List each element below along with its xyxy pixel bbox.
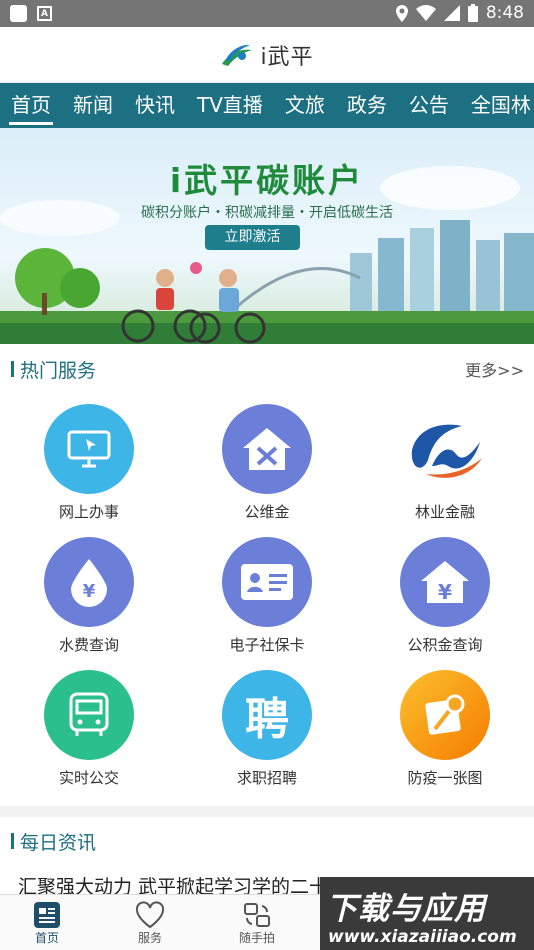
service-realtime-bus[interactable]: 实时公交 [0,661,178,793]
service-label: 公维金 [244,503,290,521]
nav-snapshot[interactable]: 随手拍 [227,901,287,946]
brand-name: i武平 [260,44,314,70]
battery-icon [467,4,478,22]
status-bar: A 8:48 [0,0,534,27]
watermark: 下载与应用 www.xiazaiiiao.com [320,877,534,950]
section-marker [11,833,14,849]
id-card-icon [222,537,312,627]
camera-rotate-icon [244,903,270,927]
water-drop-yen-icon: ¥ [44,537,134,627]
service-label: 水费查询 [58,636,119,654]
daily-news-title: 每日资讯 [20,831,97,854]
tab-flash[interactable]: 快讯 [124,83,186,128]
svg-text:¥: ¥ [438,580,452,604]
status-time: 8:48 [485,3,524,23]
more-services-link[interactable]: 更多>> [465,357,524,381]
nav-home[interactable]: 首页 [17,901,77,946]
notification-square-icon [10,5,27,22]
nav-label: 随手拍 [238,931,275,945]
tab-tv-live[interactable]: TV直播 [186,83,274,128]
monitor-icon [44,404,134,494]
service-forestry-finance[interactable]: 林业金融 [356,395,534,527]
service-label: 电子社保卡 [229,636,305,654]
category-tabs: 首页 新闻 快讯 TV直播 文旅 政务 公告 全国林 [0,83,534,128]
service-label: 防疫一张图 [407,769,483,787]
service-recruitment[interactable]: 聘 求职招聘 [178,661,356,793]
recruit-icon: 聘 [222,670,312,760]
service-label: 实时公交 [58,769,119,787]
service-housing-fund[interactable]: ¥ 公积金查询 [356,528,534,660]
daily-news-header: 每日资讯 [0,817,534,865]
tab-national-forest[interactable]: 全国林 [460,83,534,128]
tab-government[interactable]: 政务 [336,83,398,128]
section-divider [0,806,534,817]
nav-label: 首页 [34,931,59,945]
watermark-url: www.xiazaiiiao.com [328,927,517,947]
tab-home[interactable]: 首页 [0,83,62,128]
watermark-title: 下载与应用 [326,891,486,927]
map-pin-icon [400,670,490,760]
service-label: 求职招聘 [236,769,297,787]
house-tools-icon [222,404,312,494]
notification-a-icon: A [37,6,52,21]
house-yen-icon: ¥ [400,537,490,627]
hot-services-header: 热门服务 更多>> [0,345,534,393]
hot-services-title: 热门服务 [20,359,97,382]
tab-notice[interactable]: 公告 [398,83,460,128]
service-online-affairs[interactable]: 网上办事 [0,395,178,527]
signal-icon [443,5,460,21]
service-social-security-card[interactable]: 电子社保卡 [178,528,356,660]
forestry-logo-icon [400,404,490,494]
service-epidemic-map[interactable]: 防疫一张图 [356,661,534,793]
svg-text:¥: ¥ [83,581,96,602]
location-icon [395,4,408,22]
service-label: 网上办事 [58,503,119,521]
service-label: 林业金融 [414,503,475,521]
brand-logo-icon [222,44,253,66]
heart-icon [135,901,165,929]
bus-icon [44,670,134,760]
home-icon [34,902,60,928]
nav-label: 服务 [137,931,162,945]
nav-services[interactable]: 服务 [120,901,180,946]
wifi-icon [415,5,436,21]
app-header: i武平 [0,27,534,83]
tab-culture-tourism[interactable]: 文旅 [274,83,336,128]
service-water-bill[interactable]: ¥ 水费查询 [0,528,178,660]
section-marker [11,361,14,377]
activate-button[interactable]: 立即激活 [205,225,300,250]
tab-news[interactable]: 新闻 [62,83,124,128]
banner-title: i武平碳账户 [169,161,365,200]
service-maintenance-fund[interactable]: 公维金 [178,395,356,527]
recruit-glyph: 聘 [245,694,289,745]
banner-subtitle: 碳积分账户・积碳减排量・开启低碳生活 [141,205,393,221]
carbon-account-banner[interactable]: i武平碳账户 碳积分账户・积碳减排量・开启低碳生活 立即激活 [0,128,534,344]
service-label: 公积金查询 [407,636,483,654]
